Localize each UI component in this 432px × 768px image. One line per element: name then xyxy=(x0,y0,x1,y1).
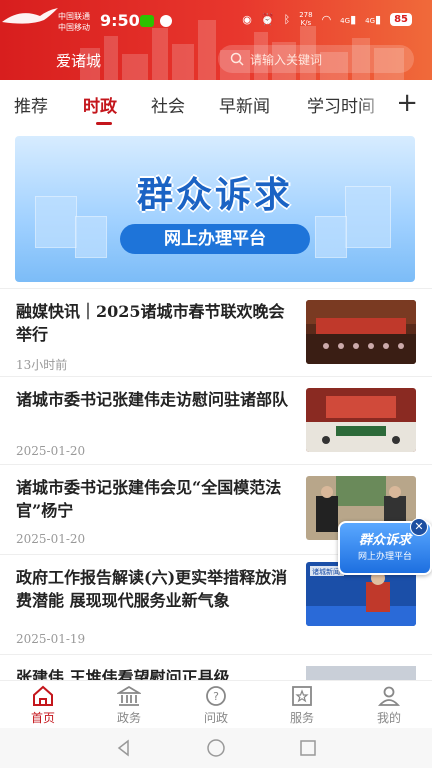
divider xyxy=(0,288,432,289)
thumb-label: 诸城新闻 xyxy=(312,567,340,576)
nav-government[interactable]: 政务 xyxy=(99,685,159,726)
recent-apps-icon[interactable] xyxy=(298,738,318,758)
question-icon: ? xyxy=(206,686,226,706)
category-tabs: 推荐 时政 社会 早新闻 学习时间 + xyxy=(0,80,432,128)
app-name: 爱诸城 xyxy=(56,52,102,70)
banner-title: 群众诉求 xyxy=(136,175,293,216)
nav-service[interactable]: 服务 xyxy=(272,685,332,726)
divider xyxy=(0,376,432,377)
signal-2: 4G▮ xyxy=(365,12,382,26)
signal-1: 4G▮ xyxy=(340,12,357,26)
news-date: 2025-01-20 xyxy=(16,532,86,546)
government-building-icon xyxy=(117,685,141,706)
net-speed: 278 K/s xyxy=(299,11,312,27)
alarm-icon: ⏰ xyxy=(260,12,275,26)
carrier-2: 中国移动 xyxy=(58,23,90,32)
news-title: 诸城市委书记张建伟会见“全国模范法官”杨宁 xyxy=(16,478,282,520)
banner-subtitle: 网上办理平台 xyxy=(120,224,310,254)
news-thumbnail xyxy=(306,666,416,680)
banner-appeals-platform[interactable]: 群众诉求 网上办理平台 xyxy=(15,136,415,282)
close-icon[interactable]: ✕ xyxy=(410,518,428,536)
tab-morning-news[interactable]: 早新闻 xyxy=(219,92,270,117)
news-title: 融媒快讯｜2025诸城市春节联欢晚会举行 xyxy=(16,302,285,344)
active-tab-indicator xyxy=(96,122,112,125)
carrier-1: 中国联通 xyxy=(58,12,90,21)
tab-society[interactable]: 社会 xyxy=(151,92,185,117)
bluetooth-icon: ᛒ xyxy=(283,12,291,26)
status-time: 9:50 xyxy=(100,11,140,30)
nav-home[interactable]: 首页 xyxy=(13,685,73,726)
tab-politics[interactable]: 时政 xyxy=(83,92,117,117)
nav-government-label: 政务 xyxy=(116,711,141,725)
carrier-names: 中国联通 中国移动 xyxy=(58,11,90,33)
news-date: 13小时前 xyxy=(16,358,68,372)
divider xyxy=(0,654,432,655)
battery-indicator: 85 xyxy=(390,12,412,26)
net-speed-value: 278 xyxy=(299,11,313,19)
news-title: 诸城市委书记张建伟走访慰问驻诸部队 xyxy=(16,390,289,409)
tab-recommend[interactable]: 推荐 xyxy=(14,92,48,117)
nav-service-label: 服务 xyxy=(289,711,314,725)
system-navigation-bar xyxy=(0,728,432,768)
app-header: 中国联通 中国移动 9:50 ◉ ⏰ ᛒ 278 K/s ◠ 4G▮ 4G▮ 8… xyxy=(0,0,432,80)
bottom-navigation: 首页 政务 ? 问政 服务 我的 xyxy=(0,680,432,729)
nav-mine-label: 我的 xyxy=(376,711,401,725)
news-date: 2025-01-20 xyxy=(16,444,86,458)
wifi-icon: ◠ xyxy=(321,12,332,26)
status-bar: 中国联通 中国移动 9:50 ◉ ⏰ ᛒ 278 K/s ◠ 4G▮ 4G▮ 8… xyxy=(0,6,432,34)
net-speed-unit: K/s xyxy=(300,19,312,27)
home-circle-icon[interactable] xyxy=(206,738,226,758)
search-placeholder: 请输入关键词 xyxy=(250,52,323,67)
home-icon xyxy=(33,685,53,706)
news-thumbnail xyxy=(306,300,416,364)
nav-inquiry[interactable]: ? 问政 xyxy=(186,685,246,726)
nav-home-label: 首页 xyxy=(30,711,55,725)
search-icon xyxy=(230,52,244,66)
app-notification-icon xyxy=(160,15,172,27)
status-icons: ◉ ⏰ ᛒ 278 K/s ◠ 4G▮ 4G▮ 85 xyxy=(242,11,412,27)
divider xyxy=(0,464,432,465)
banner-decoration xyxy=(315,216,347,258)
add-channel-icon[interactable]: + xyxy=(396,88,418,118)
banner-decoration xyxy=(75,216,107,258)
news-title: 张建伟 王堆伟看望慰问正县级 xyxy=(16,668,230,680)
back-icon[interactable] xyxy=(114,738,134,758)
search-box[interactable]: 请输入关键词 xyxy=(218,45,414,73)
service-star-icon xyxy=(292,686,312,706)
user-icon xyxy=(377,686,401,706)
tabs-fade xyxy=(358,80,390,128)
news-thumbnail xyxy=(306,388,416,452)
news-item[interactable]: 张建伟 王堆伟看望慰问正县级 xyxy=(0,666,432,680)
svg-text:?: ? xyxy=(213,690,219,703)
float-ad-subtitle: 网上办理平台 xyxy=(357,552,412,562)
news-date: 2025-01-19 xyxy=(16,632,86,646)
nav-inquiry-label: 问政 xyxy=(203,711,228,725)
nav-mine[interactable]: 我的 xyxy=(359,685,419,726)
wechat-notification-icon xyxy=(140,15,154,27)
news-title: 政府工作报告解读(六)更实举措释放消费潜能 展现现代服务业新气象 xyxy=(16,568,288,610)
eye-icon: ◉ xyxy=(242,12,252,26)
